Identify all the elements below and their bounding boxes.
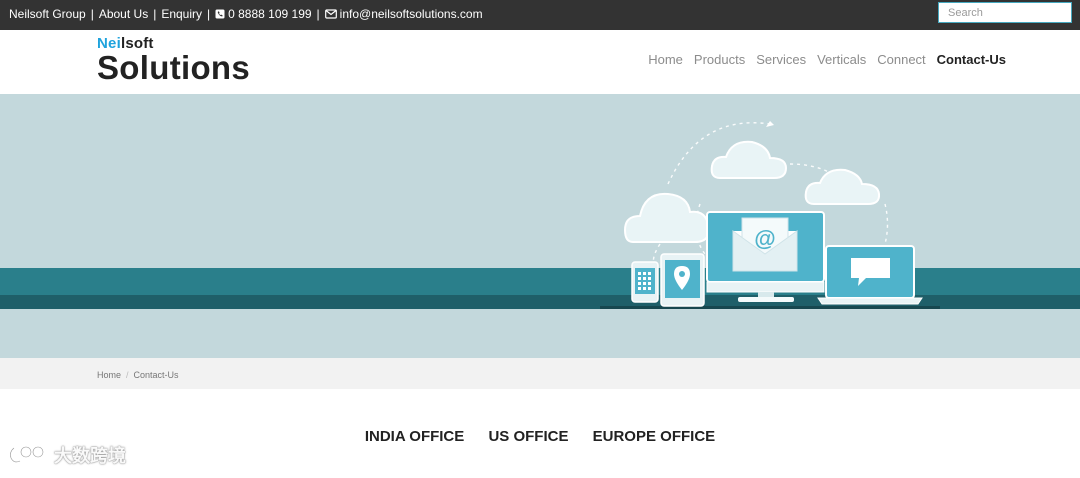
nav-verticals[interactable]: Verticals [817,52,866,67]
hero-banner: @ [0,94,1080,358]
email-link[interactable]: info@neilsoftsolutions.com [340,7,483,21]
enquiry-link[interactable]: Enquiry [161,7,202,21]
hero-stripe [0,268,1080,295]
laptop-icon [817,245,923,305]
tablet-icon [660,253,705,307]
top-links: Neilsoft Group | About Us | Enquiry | 0 … [9,7,483,21]
breadcrumb-separator: / [126,370,129,380]
monitor-icon: @ [706,211,825,302]
main-nav: Home Products Services Verticals Connect… [648,52,1006,67]
separator: | [90,7,94,21]
about-link[interactable]: About Us [99,7,148,21]
tab-us-office[interactable]: US OFFICE [488,428,568,445]
site-header: Neilsoft Solutions Home Products Service… [0,30,1080,94]
search-input[interactable] [938,2,1072,23]
nav-services[interactable]: Services [756,52,806,67]
breadcrumb-items: Home / Contact-Us [97,370,179,380]
separator: | [153,7,157,21]
smartphone-icon [631,261,659,303]
envelope-icon [324,9,337,19]
breadcrumb: Home / Contact-Us [0,358,1080,389]
envelope-icon: @ [732,217,798,272]
breadcrumb-home[interactable]: Home [97,370,121,380]
nav-home[interactable]: Home [648,52,683,67]
hero-shadow [600,306,940,309]
separator: | [207,7,211,21]
hero-illustration: @ [0,121,1080,309]
group-link[interactable]: Neilsoft Group [9,7,86,21]
watermark: 大数跨境 [8,442,126,468]
watermark-text: 大数跨境 [54,446,126,466]
logo[interactable]: Neilsoft Solutions [97,36,250,84]
nav-products[interactable]: Products [694,52,745,67]
nav-connect[interactable]: Connect [877,52,925,67]
top-bar: Neilsoft Group | About Us | Enquiry | 0 … [0,0,1080,30]
watermark-logo-icon [9,445,45,464]
at-sign: @ [754,226,775,251]
nav-contact-us[interactable]: Contact-Us [937,52,1006,67]
office-tabs: INDIA OFFICE US OFFICE EUROPE OFFICE [0,428,1080,445]
tab-europe-office[interactable]: EUROPE OFFICE [593,428,716,445]
tab-india-office[interactable]: INDIA OFFICE [365,428,464,445]
phone-icon [215,9,225,19]
arrow-head [766,121,774,127]
phone-link[interactable]: 0 8888 109 199 [228,7,311,21]
separator: | [316,7,320,21]
logo-brand-big: Solutions [97,49,251,86]
breadcrumb-current: Contact-Us [133,370,179,380]
